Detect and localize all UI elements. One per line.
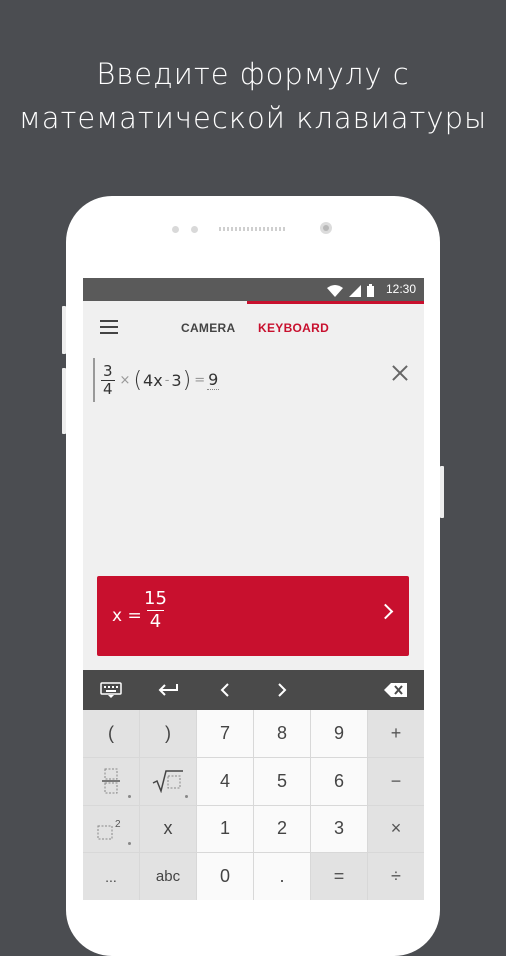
active-tab-indicator [247, 301, 424, 304]
key-equals[interactable]: = [311, 853, 367, 900]
key-divide[interactable]: ÷ [368, 853, 424, 900]
power-button [440, 466, 444, 518]
fraction-icon [102, 768, 120, 794]
front-camera [320, 222, 332, 234]
key-decimal[interactable]: . [254, 853, 310, 900]
formula-inner-term: 4x [143, 370, 163, 390]
formula-denominator: 4 [101, 379, 115, 398]
key-plus[interactable]: + [368, 710, 424, 757]
cursor-right-icon[interactable] [253, 670, 310, 710]
speaker-grille [219, 227, 285, 231]
key-fraction[interactable] [83, 757, 139, 805]
tab-camera[interactable]: CAMERA [181, 321, 235, 335]
formula-input-area[interactable]: 3 4 × ( 4x - 3 ) = 9 [83, 343, 424, 568]
key-sqrt[interactable] [140, 757, 196, 805]
tab-keyboard[interactable]: KEYBOARD [258, 321, 329, 335]
caption-line-2: математической клавиатуры [18, 101, 488, 135]
key-power[interactable]: 2 [83, 805, 139, 853]
key-3[interactable]: 3 [311, 805, 367, 853]
solution-numerator: 15 [144, 588, 167, 609]
key-2[interactable]: 2 [254, 805, 310, 853]
key-open-paren[interactable]: ( [83, 710, 139, 757]
key-more[interactable]: ... [83, 853, 139, 900]
key-0[interactable]: 0 [197, 853, 253, 900]
key-7[interactable]: 7 [197, 710, 253, 757]
formula-fraction: 3 4 [101, 361, 115, 398]
cursor-left-icon[interactable] [197, 670, 254, 710]
svg-text:2: 2 [115, 819, 121, 830]
caption: Введите формулу с математической клавиат… [0, 52, 506, 140]
volume-button [62, 306, 66, 354]
key-1[interactable]: 1 [197, 805, 253, 853]
math-keypad: ( ) 7 8 9 + 4 5 6 − 2 x 1 2 3 × ... abc … [83, 710, 424, 900]
sqrt-icon [152, 770, 183, 794]
keyboard-toolbar [83, 670, 424, 710]
solution-denominator: 4 [146, 610, 165, 633]
tab-bar: CAMERA KEYBOARD [83, 301, 424, 343]
keyboard-toggle-icon[interactable] [83, 670, 140, 710]
key-6[interactable]: 6 [311, 757, 367, 805]
signal-icon [349, 285, 361, 297]
solution-fraction: 15 4 [141, 588, 170, 633]
wifi-icon [327, 285, 343, 297]
solution-lhs: x = [112, 606, 142, 626]
power-icon: 2 [97, 819, 121, 840]
formula-open-paren: ( [133, 367, 143, 393]
key-4[interactable]: 4 [197, 757, 253, 805]
key-9[interactable]: 9 [311, 710, 367, 757]
formula-equals: = [194, 372, 206, 388]
menu-icon[interactable] [100, 320, 118, 334]
status-time: 12:30 [385, 282, 416, 296]
enter-icon[interactable] [140, 670, 197, 710]
formula-close-paren: ) [182, 367, 192, 393]
key-abc[interactable]: abc [140, 853, 196, 900]
key-x[interactable]: x [140, 805, 196, 853]
clear-icon[interactable] [392, 365, 408, 381]
backspace-icon[interactable] [367, 670, 424, 710]
key-8[interactable]: 8 [254, 710, 310, 757]
volume-button-2 [62, 368, 66, 434]
key-times[interactable]: × [368, 805, 424, 853]
solution-card[interactable]: x = 15 4 [97, 576, 409, 656]
formula-numerator: 3 [103, 361, 113, 380]
formula[interactable]: 3 4 × ( 4x - 3 ) = 9 [101, 360, 220, 400]
status-bar: 12:30 [83, 278, 424, 301]
key-close-paren[interactable]: ) [140, 710, 196, 757]
sensor-dot [191, 226, 198, 233]
chevron-right-icon[interactable] [377, 603, 394, 620]
battery-icon [367, 284, 374, 297]
key-5[interactable]: 5 [254, 757, 310, 805]
text-cursor [93, 358, 95, 402]
formula-inner-const: 3 [171, 370, 182, 390]
formula-minus: - [164, 372, 170, 388]
status-icons [327, 283, 374, 297]
key-minus[interactable]: − [368, 757, 424, 805]
app-screen: 12:30 CAMERA KEYBOARD 3 4 × ( 4x - 3 ) =… [83, 278, 424, 900]
formula-times: × [119, 372, 131, 388]
sensor-dot [172, 226, 179, 233]
formula-rhs: 9 [207, 370, 220, 390]
caption-line-1: Введите формулу с [96, 57, 410, 91]
